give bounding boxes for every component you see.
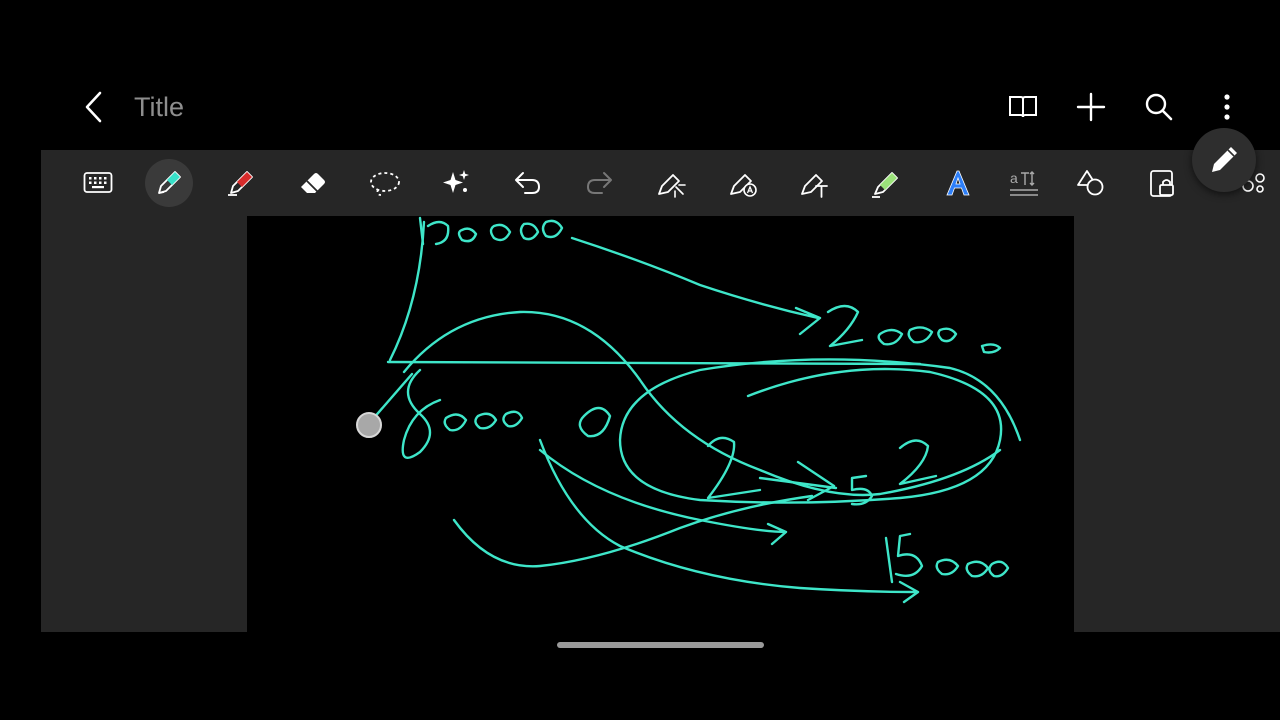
text-box-icon: a: [1010, 170, 1038, 196]
ink-arrow-52: [758, 460, 838, 502]
shapes-icon: [1077, 170, 1104, 196]
ai-assist-button[interactable]: [432, 159, 480, 207]
undo-icon: [515, 172, 541, 194]
eraser-tool-button[interactable]: [289, 159, 337, 207]
book-view-button[interactable]: [1000, 84, 1046, 130]
chevron-left-icon: [85, 91, 102, 123]
marker-tool-button[interactable]: [862, 159, 910, 207]
ink-arrow-2000: [570, 236, 822, 336]
lasso-select-button[interactable]: [361, 159, 409, 207]
pen-auto-button[interactable]: [719, 159, 767, 207]
ink-stroke-left: [370, 372, 414, 422]
undo-button[interactable]: [504, 159, 552, 207]
search-icon: [1145, 93, 1173, 121]
redo-icon: [586, 172, 612, 194]
eraser-icon: [301, 173, 325, 193]
add-button[interactable]: [1068, 84, 1114, 130]
ink-ellipse: [618, 358, 1022, 504]
lock-button[interactable]: [1139, 159, 1187, 207]
pen-text-button[interactable]: [790, 159, 838, 207]
ink-axis: [386, 220, 922, 366]
lasso-select-icon: [370, 172, 400, 196]
home-indicator[interactable]: [557, 642, 764, 648]
book-view-icon: [1009, 96, 1037, 118]
lock-icon: [1150, 170, 1174, 197]
text-style-button[interactable]: [934, 159, 982, 207]
more-vertical-icon: [1224, 94, 1230, 120]
text-style-icon: [946, 170, 970, 196]
ink-2000: [826, 304, 1002, 354]
pen-icon: [158, 171, 181, 194]
search-button[interactable]: [1136, 84, 1182, 130]
ink-5000: [418, 216, 564, 246]
top-actions: [1000, 84, 1250, 130]
keyboard-button[interactable]: [74, 159, 122, 207]
pen-tool-button[interactable]: [145, 159, 193, 207]
ink-1500: [884, 532, 1010, 584]
highlighter-icon: [228, 171, 253, 196]
pencil-icon: [1212, 147, 1237, 172]
ink-8000: [401, 368, 612, 459]
pen-auto-icon: [730, 174, 757, 197]
back-button[interactable]: [72, 84, 118, 130]
keyboard-icon: [83, 172, 113, 193]
redo-button[interactable]: [575, 159, 623, 207]
text-box-button[interactable]: a: [1000, 159, 1048, 207]
drawing-toolbar: a: [41, 150, 1280, 216]
shapes-button[interactable]: [1067, 159, 1115, 207]
floating-pen-button[interactable]: [1192, 128, 1256, 192]
svg-text:a: a: [1010, 170, 1018, 186]
highlighter-tool-button[interactable]: [217, 159, 265, 207]
pen-magic-button[interactable]: [647, 159, 695, 207]
page-title[interactable]: Title: [134, 92, 184, 123]
ink-curve-2: [538, 448, 788, 546]
marker-icon: [872, 172, 898, 198]
pen-magic-icon: [658, 174, 686, 198]
plus-icon: [1076, 92, 1106, 122]
ink-curve-3: [452, 494, 814, 568]
pen-text-icon: [801, 174, 828, 198]
ai-sparkle-icon: [443, 170, 469, 193]
pen-cursor: [356, 412, 382, 438]
more-options-button[interactable]: [1204, 84, 1250, 130]
top-app-bar: Title: [0, 70, 1280, 146]
